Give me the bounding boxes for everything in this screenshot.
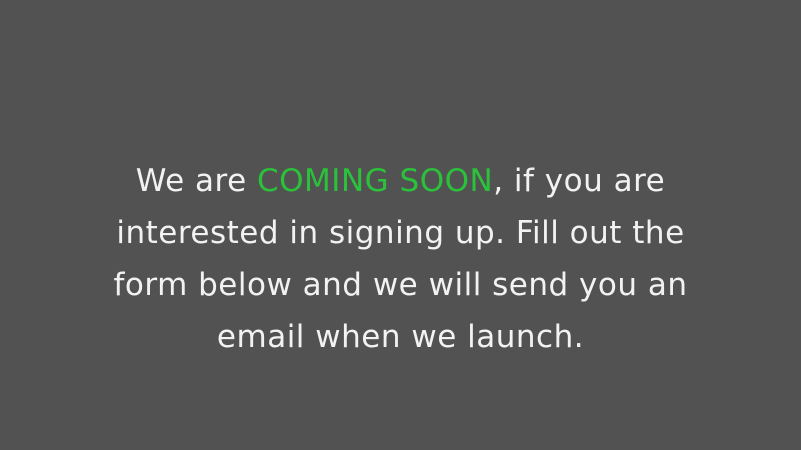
- message-line3: form below and we will send you an: [113, 267, 688, 303]
- message-line1-suffix: , if you are: [493, 163, 666, 199]
- message-line4: email when we launch.: [216, 319, 585, 355]
- message-line2: interested in signing up. Fill out the: [116, 215, 685, 251]
- coming-soon-page: We are COMING SOON, if you are intereste…: [0, 0, 801, 450]
- message-prefix: We are: [135, 163, 258, 199]
- coming-soon-highlight: COMING SOON: [257, 163, 494, 199]
- coming-soon-message: We are COMING SOON, if you are intereste…: [41, 155, 761, 363]
